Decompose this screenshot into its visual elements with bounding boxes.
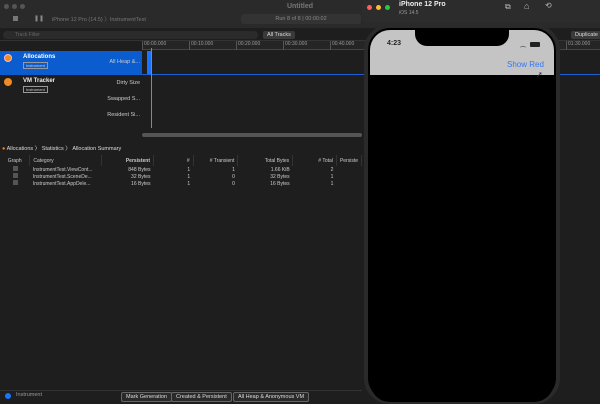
- tick: 00:10.000: [189, 41, 213, 50]
- target-label: InstrumentTest: [109, 17, 146, 23]
- column-header[interactable]: # Total: [292, 155, 337, 166]
- stop-icon[interactable]: [13, 16, 18, 21]
- tick: 00:20.000: [236, 41, 260, 50]
- run-status: Run 8 of 8 | 00:00:02: [241, 14, 361, 24]
- rotate-icon[interactable]: ⟲: [545, 1, 552, 10]
- track-filter-input[interactable]: Track Filter: [3, 31, 258, 39]
- cell: InstrumentTest.ViewCont...: [32, 166, 93, 173]
- tick: 00:40.000: [330, 41, 354, 50]
- column-header[interactable]: #: [153, 155, 194, 166]
- cell: InstrumentTest.SceneDe...: [32, 173, 92, 180]
- cell: 32 Bytes: [270, 173, 290, 180]
- cell: 1: [330, 180, 334, 187]
- home-icon[interactable]: ⌂: [524, 1, 529, 11]
- status-time: 4:23: [387, 40, 402, 47]
- show-red-button[interactable]: Show Red: [507, 60, 544, 69]
- sim-minimize-button[interactable]: [376, 5, 381, 10]
- cell: 1: [187, 173, 191, 180]
- notch: [415, 30, 509, 46]
- playhead[interactable]: [151, 48, 152, 128]
- cell: 0: [232, 173, 235, 180]
- column-header[interactable]: # Transient: [193, 155, 239, 166]
- vm-tracker-icon: [4, 78, 12, 86]
- lane-label: Resident Si...: [107, 112, 140, 118]
- allocations-table: Graph Category Persistent # # Transient …: [0, 155, 363, 187]
- simulator-titlebar: [362, 0, 600, 23]
- table-row[interactable]: InstrumentTest.ViewCont... 848 Bytes 1 1 1.6…: [0, 166, 362, 173]
- graph-checkbox[interactable]: [13, 180, 18, 185]
- sim-zoom-button[interactable]: [385, 5, 390, 10]
- allocations-icon: ●: [2, 146, 6, 152]
- wifi-icon: ︵: [520, 43, 527, 49]
- device-selector[interactable]: iPhone 12 Pro (14.5) 〉InstrumentTest: [52, 15, 146, 23]
- column-header[interactable]: Persiste: [336, 155, 363, 166]
- tick: 00:00.000: [142, 41, 166, 50]
- mark-generation-button[interactable]: Mark Generation: [121, 392, 172, 402]
- battery-icon: [530, 42, 540, 47]
- heap-select[interactable]: All Heap & Anonymous VM: [233, 392, 310, 402]
- cell: 848 Bytes: [128, 166, 151, 173]
- table-header: Graph Category Persistent # # Transient …: [0, 155, 363, 166]
- detail-filter-input[interactable]: Instrument: [16, 392, 114, 398]
- cell: 2: [330, 166, 334, 173]
- cell: 1: [187, 180, 191, 187]
- screenshot-icon[interactable]: ⧉: [505, 2, 511, 12]
- iphone-screen[interactable]: 4:23 ︵ Show Red ➚: [370, 30, 554, 402]
- cell: InstrumentTest.AppDele...: [32, 180, 91, 187]
- instrument-badge: Instrument: [23, 86, 48, 93]
- column-header[interactable]: Total Bytes: [237, 155, 294, 166]
- cell: 16 Bytes: [131, 180, 151, 187]
- graph-checkbox[interactable]: [13, 173, 18, 178]
- track-name: Allocations: [23, 54, 56, 60]
- breadcrumb-item[interactable]: Allocation Summary: [72, 146, 121, 152]
- column-header[interactable]: Graph: [0, 155, 31, 166]
- lane-label: Dirty Size: [116, 80, 140, 86]
- device-label: iPhone 12 Pro (14.5): [52, 17, 103, 23]
- cell: 0: [232, 180, 235, 187]
- all-tracks-button[interactable]: All Tracks: [263, 31, 295, 39]
- simulator-os: iOS 14.5: [399, 10, 419, 16]
- track-name: VM Tracker: [23, 78, 56, 84]
- tick: 00:30.000: [283, 41, 307, 50]
- column-header[interactable]: Persistent: [101, 155, 155, 166]
- sim-close-button[interactable]: [367, 5, 372, 10]
- breadcrumb-item[interactable]: Allocations: [7, 146, 34, 152]
- simulator-device-name: iPhone 12 Pro: [399, 1, 446, 8]
- breadcrumb-item[interactable]: Statistics: [42, 146, 64, 152]
- allocations-icon: [4, 54, 12, 62]
- instrument-badge: Instrument: [23, 62, 48, 69]
- tick: 01:30.000: [566, 41, 590, 50]
- pause-icon[interactable]: ❚❚: [34, 15, 44, 22]
- cell: 1: [330, 173, 334, 180]
- cursor-icon: ➚: [536, 70, 543, 79]
- allocation-mode-select[interactable]: Created & Persistent: [171, 392, 232, 402]
- cell: 32 Bytes: [131, 173, 151, 180]
- cell: 16 Bytes: [270, 180, 290, 187]
- graph-checkbox[interactable]: [13, 166, 18, 171]
- timeline-scrollbar[interactable]: [142, 133, 362, 137]
- table-row[interactable]: InstrumentTest.SceneDe... 32 Bytes 1 0 32 By…: [0, 173, 362, 180]
- table-row[interactable]: InstrumentTest.AppDele... 16 Bytes 1 0 16 By…: [0, 180, 362, 187]
- lane-label: All Heap &...: [109, 59, 140, 65]
- lane-label: Swapped S...: [107, 96, 140, 102]
- duplicate-button[interactable]: Duplicate: [571, 31, 600, 39]
- column-header[interactable]: Category: [29, 155, 103, 166]
- filter-icon[interactable]: [5, 393, 11, 399]
- breadcrumb: ● Allocations 〉 Statistics 〉 Allocation …: [2, 146, 122, 152]
- cell: 1: [187, 166, 191, 173]
- cell: 1.66 KiB: [270, 166, 290, 173]
- cell: 1: [232, 166, 235, 173]
